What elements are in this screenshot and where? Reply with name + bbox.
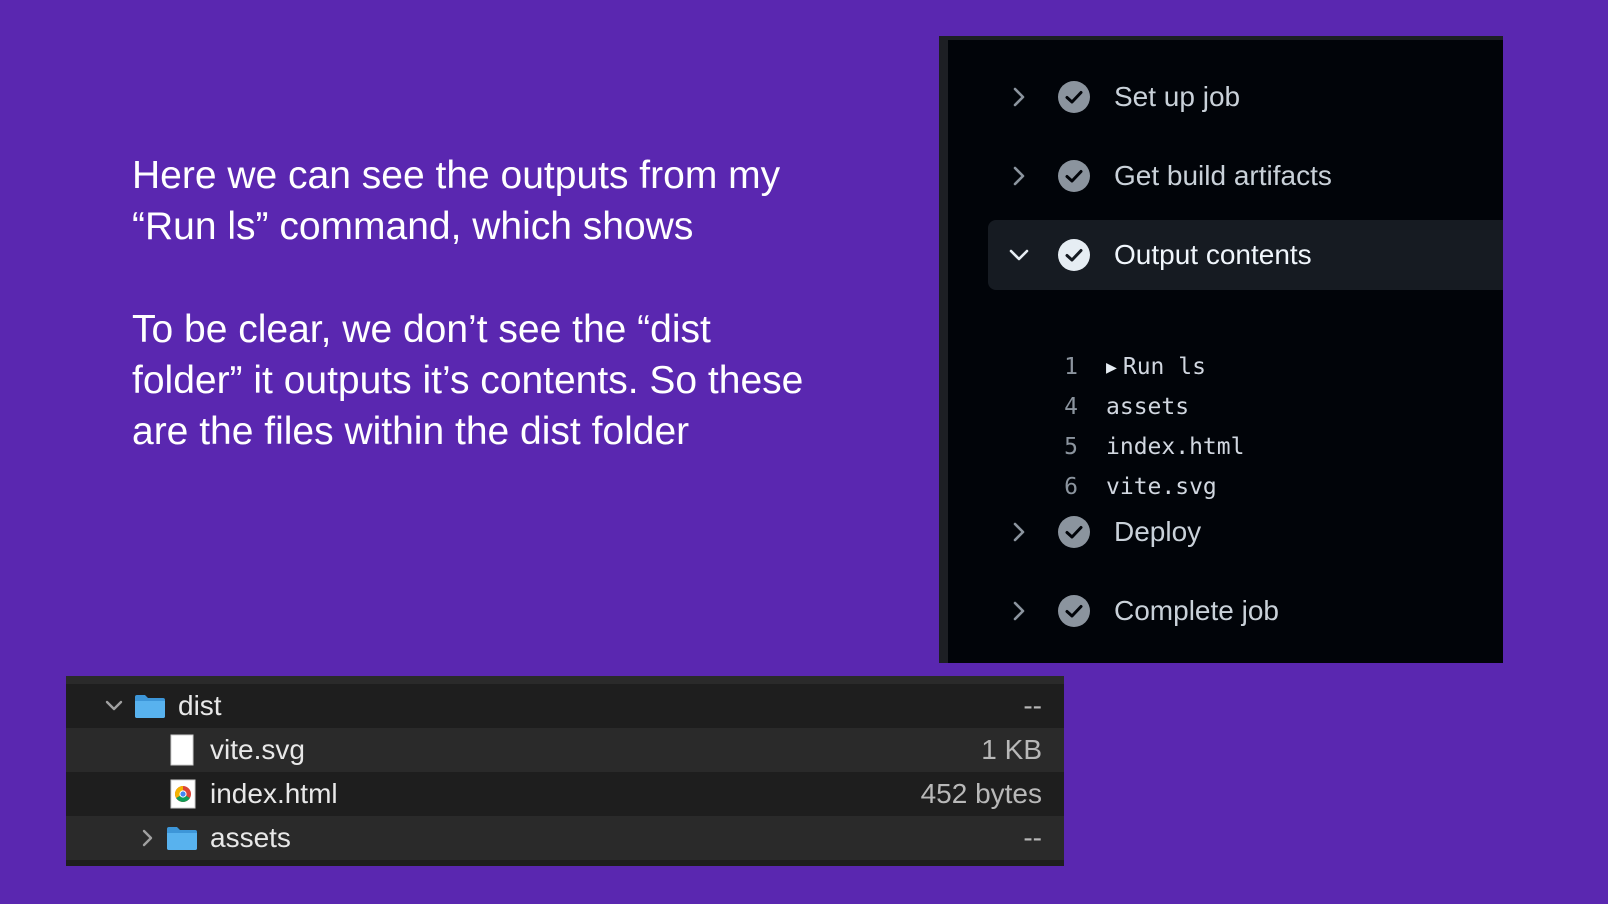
file-size: -- [1023, 690, 1042, 721]
step-get-build-artifacts[interactable]: Get build artifacts [988, 141, 1503, 211]
chevron-right-icon [1004, 600, 1034, 622]
finder-file-list: dist -- vite.svg 1 KB index.html 452 byt… [66, 676, 1064, 866]
step-label: Get build artifacts [1114, 160, 1332, 191]
chevron-down-icon [1004, 247, 1034, 263]
step-label: Complete job [1114, 595, 1279, 626]
step-label: Deploy [1114, 516, 1202, 547]
chevron-right-icon[interactable] [138, 828, 158, 848]
file-size: -- [1023, 822, 1042, 853]
check-circle-icon [1058, 81, 1090, 113]
file-name: assets [210, 822, 291, 853]
line-number: 1 [1064, 354, 1078, 380]
expand-triangle-icon[interactable]: ▶ [1106, 357, 1117, 378]
log-line[interactable]: 1 ▶ Run ls [1048, 347, 1244, 387]
step-output-contents[interactable]: Output contents [988, 220, 1503, 290]
step-label: Set up job [1114, 81, 1241, 112]
log-text: assets [1106, 394, 1190, 420]
log-text: index.html [1106, 434, 1245, 460]
log-output: 1 ▶ Run ls 4 assets 5 index.html 6 vite.… [1048, 347, 1244, 507]
check-circle-icon [1058, 595, 1090, 627]
check-circle-icon [1058, 160, 1090, 192]
finder-row-vite-svg[interactable]: vite.svg 1 KB [66, 728, 1064, 772]
chevron-right-icon [1004, 86, 1034, 108]
log-line: 4 assets [1048, 387, 1244, 427]
slide-text: Here we can see the outputs from my “Run… [132, 150, 832, 509]
finder-row-assets[interactable]: assets -- [66, 816, 1064, 860]
log-line: 5 index.html [1048, 427, 1244, 467]
step-deploy[interactable]: Deploy [988, 497, 1503, 567]
chrome-html-file-icon [170, 779, 196, 809]
file-size: 452 bytes [920, 778, 1042, 809]
log-text: Run ls [1122, 354, 1206, 380]
file-name: index.html [210, 778, 338, 809]
step-set-up-job[interactable]: Set up job [988, 62, 1503, 132]
slide-paragraph-2: To be clear, we don’t see the “dist fold… [132, 308, 804, 453]
chevron-right-icon [1004, 165, 1034, 187]
folder-icon [135, 695, 165, 718]
chevron-down-icon[interactable] [104, 696, 124, 716]
finder-row-index-html[interactable]: index.html 452 bytes [66, 772, 1064, 816]
actions-log-panel: Set up job Get build artifacts Output co… [939, 36, 1503, 663]
file-size: 1 KB [981, 734, 1042, 765]
line-number: 4 [1064, 394, 1078, 420]
partial-row [66, 676, 1064, 684]
file-name: vite.svg [210, 734, 305, 765]
line-number: 5 [1064, 434, 1078, 460]
step-label: Output contents [1114, 239, 1312, 270]
check-circle-icon [1058, 516, 1090, 548]
step-complete-job[interactable]: Complete job [988, 576, 1503, 646]
file-icon [170, 734, 194, 766]
chevron-right-icon [1004, 521, 1034, 543]
check-circle-icon [1058, 239, 1090, 271]
slide-paragraph-1: Here we can see the outputs from my “Run… [132, 154, 781, 248]
folder-icon [167, 827, 197, 850]
file-name: dist [178, 690, 222, 721]
finder-row-dist[interactable]: dist -- [66, 684, 1064, 728]
